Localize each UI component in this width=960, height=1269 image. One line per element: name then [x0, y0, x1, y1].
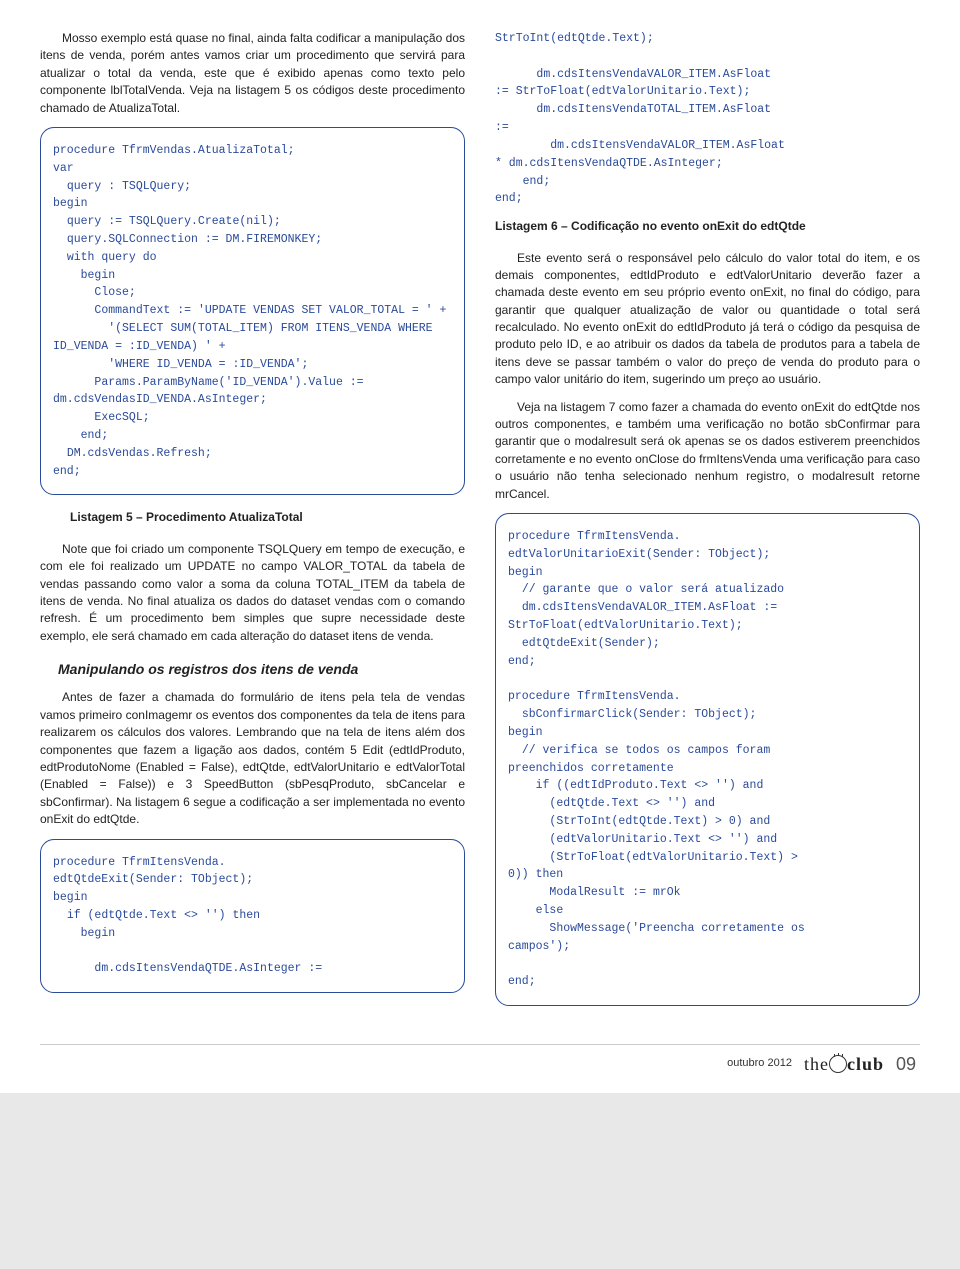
intro-text: Mosso exemplo está quase no final, ainda… — [40, 31, 465, 115]
left-column: Mosso exemplo está quase no final, ainda… — [40, 30, 465, 1020]
before6-text: Antes de fazer a chamada do formulário d… — [40, 690, 465, 826]
footer-date: outubro 2012 — [727, 1056, 792, 1072]
after6b-text: Veja na listagem 7 como fazer a chamada … — [495, 400, 920, 501]
before-listing-6: Antes de fazer a chamada do formulário d… — [40, 689, 465, 828]
after-6-paragraph-a: Este evento será o responsável pelo cálc… — [495, 250, 920, 389]
page-footer: outubro 2012 theclub 09 — [40, 1044, 920, 1083]
note-text: Note que foi criado um componente TSQLQu… — [40, 542, 465, 643]
page-number: 09 — [896, 1051, 916, 1077]
listing-6-code-part-a: procedure TfrmItensVenda. edtQtdeExit(Se… — [40, 839, 465, 994]
listing-6-caption: Listagem 6 – Codificação no evento onExi… — [495, 218, 920, 235]
after-6-paragraph-b: Veja na listagem 7 como fazer a chamada … — [495, 399, 920, 503]
after6a-text: Este evento será o responsável pelo cálc… — [495, 251, 920, 387]
right-column: StrToInt(edtQtde.Text); dm.cdsItensVenda… — [495, 30, 920, 1020]
listing-6-code-part-b: StrToInt(edtQtde.Text); dm.cdsItensVenda… — [495, 30, 920, 208]
lightbulb-icon — [829, 1055, 847, 1073]
listing-5-caption: Listagem 5 – Procedimento AtualizaTotal — [70, 509, 465, 526]
listing-7-code: procedure TfrmItensVenda. edtValorUnitar… — [495, 513, 920, 1006]
brand-club: club — [847, 1054, 884, 1074]
document-page: Mosso exemplo está quase no final, ainda… — [0, 0, 960, 1093]
footer-brand: theclub — [804, 1051, 884, 1077]
section-subhead: Manipulando os registros dos itens de ve… — [58, 659, 465, 679]
listing-5-code: procedure TfrmVendas.AtualizaTotal; var … — [40, 127, 465, 495]
columns: Mosso exemplo está quase no final, ainda… — [40, 30, 920, 1020]
note-paragraph: Note que foi criado um componente TSQLQu… — [40, 541, 465, 645]
intro-paragraph: Mosso exemplo está quase no final, ainda… — [40, 30, 465, 117]
brand-the: the — [804, 1054, 829, 1074]
